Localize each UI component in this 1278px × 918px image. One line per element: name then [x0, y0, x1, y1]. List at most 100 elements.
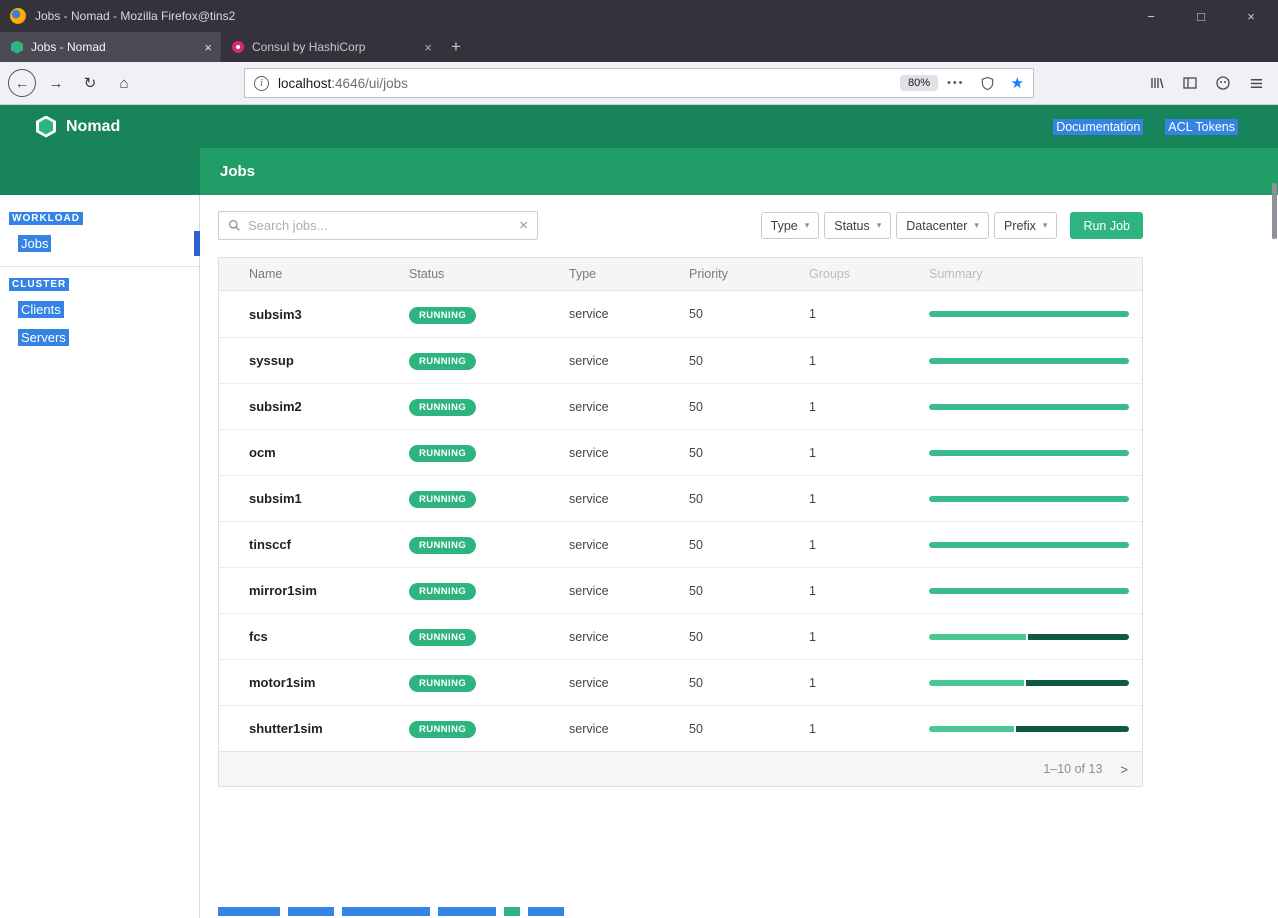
maximize-button[interactable]: □ — [1194, 9, 1208, 24]
acl-tokens-link[interactable]: ACL Tokens — [1165, 119, 1238, 135]
bookmark-star-icon[interactable]: ★ — [1011, 76, 1024, 91]
job-name[interactable]: mirror1sim — [249, 583, 409, 598]
back-button[interactable]: ← — [8, 69, 36, 97]
clipped-fragment — [288, 907, 334, 916]
vertical-scrollbar-thumb[interactable] — [1272, 183, 1277, 239]
job-summary-bar — [929, 404, 1129, 410]
table-row[interactable]: motor1sim RUNNING service 50 1 — [219, 659, 1142, 705]
job-name[interactable]: ocm — [249, 445, 409, 460]
job-priority: 50 — [689, 400, 809, 414]
jobs-table-body: subsim3 RUNNING service 50 1 syssup RUNN… — [219, 291, 1142, 751]
filter-datacenter[interactable]: Datacenter ▾ — [896, 212, 989, 239]
table-row[interactable]: subsim2 RUNNING service 50 1 — [219, 383, 1142, 429]
pagination-range: 1–10 of 13 — [1043, 762, 1102, 776]
forward-button[interactable]: → — [42, 69, 70, 97]
sidebar-section-workload: WORKLOAD — [9, 213, 199, 224]
job-name[interactable]: fcs — [249, 629, 409, 644]
column-header-groups: Groups — [809, 267, 929, 281]
filter-type[interactable]: Type ▾ — [761, 212, 820, 239]
job-name[interactable]: subsim1 — [249, 491, 409, 506]
job-groups: 1 — [809, 354, 929, 368]
sidebar-item-servers[interactable]: Servers — [0, 325, 199, 350]
run-job-button[interactable]: Run Job — [1070, 212, 1143, 239]
nomad-favicon-icon — [11, 41, 23, 54]
summary-segment — [929, 542, 1129, 548]
table-row[interactable]: subsim3 RUNNING service 50 1 — [219, 291, 1142, 337]
filter-status[interactable]: Status ▾ — [824, 212, 891, 239]
summary-segment — [929, 634, 1026, 640]
sidebar-item-label: Servers — [18, 329, 69, 346]
job-type: service — [569, 354, 689, 368]
sidebar-divider — [0, 266, 199, 267]
job-priority: 50 — [689, 538, 809, 552]
job-name[interactable]: tinsccf — [249, 537, 409, 552]
minimize-button[interactable]: − — [1144, 9, 1158, 24]
column-header-priority[interactable]: Priority — [689, 267, 809, 281]
url-text[interactable]: localhost:4646/ui/jobs — [278, 76, 408, 91]
job-name[interactable]: syssup — [249, 353, 409, 368]
url-bar[interactable]: i localhost:4646/ui/jobs 80% ••• ★ — [244, 68, 1034, 98]
job-name[interactable]: motor1sim — [249, 675, 409, 690]
chevron-down-icon: ▾ — [1043, 220, 1048, 231]
search-box[interactable]: × — [218, 211, 538, 240]
search-icon — [228, 219, 241, 232]
table-footer: 1–10 of 13 > — [219, 751, 1142, 786]
home-button[interactable]: ⌂ — [110, 69, 138, 97]
documentation-link[interactable]: Documentation — [1053, 119, 1143, 135]
browser-window: Jobs - Nomad - Mozilla Firefox@tins2 − □… — [0, 0, 1278, 918]
job-name[interactable]: shutter1sim — [249, 721, 409, 736]
job-type: service — [569, 676, 689, 690]
tab-close-icon[interactable]: × — [204, 40, 212, 55]
clipped-fragment — [528, 907, 564, 916]
job-summary-bar — [929, 726, 1129, 732]
job-name[interactable]: subsim2 — [249, 399, 409, 414]
close-button[interactable]: × — [1244, 9, 1258, 24]
table-row[interactable]: subsim1 RUNNING service 50 1 — [219, 475, 1142, 521]
table-row[interactable]: syssup RUNNING service 50 1 — [219, 337, 1142, 383]
summary-segment — [1016, 726, 1129, 732]
job-groups: 1 — [809, 307, 929, 321]
bookmark-shield-icon[interactable] — [974, 69, 1002, 97]
main-content: × Type ▾ Status ▾ Datacenter ▾ — [200, 195, 1278, 918]
tab-close-icon[interactable]: × — [424, 40, 432, 55]
controls-row: × Type ▾ Status ▾ Datacenter ▾ — [218, 211, 1143, 240]
sidebar-item-jobs[interactable]: Jobs — [0, 231, 199, 256]
job-summary-bar — [929, 358, 1129, 364]
table-row[interactable]: mirror1sim RUNNING service 50 1 — [219, 567, 1142, 613]
table-row[interactable]: ocm RUNNING service 50 1 — [219, 429, 1142, 475]
hamburger-menu-icon[interactable] — [1242, 69, 1270, 97]
reload-button[interactable]: ↻ — [76, 69, 104, 97]
search-input[interactable] — [248, 218, 512, 233]
table-row[interactable]: fcs RUNNING service 50 1 — [219, 613, 1142, 659]
toolbar-right-icons — [1143, 69, 1270, 97]
addon-icon[interactable] — [1209, 69, 1237, 97]
job-summary-bar — [929, 634, 1129, 640]
tab-consul[interactable]: Consul by HashiCorp × — [220, 32, 440, 62]
job-status-badge: RUNNING — [409, 353, 476, 370]
zoom-level-badge[interactable]: 80% — [900, 75, 938, 91]
page-actions-icon[interactable]: ••• — [947, 77, 965, 89]
tab-jobs-nomad[interactable]: Jobs - Nomad × — [0, 32, 220, 62]
job-status-badge: RUNNING — [409, 675, 476, 692]
next-page-button[interactable]: > — [1120, 762, 1128, 777]
search-clear-icon[interactable]: × — [519, 218, 528, 233]
table-row[interactable]: tinsccf RUNNING service 50 1 — [219, 521, 1142, 567]
filter-prefix[interactable]: Prefix ▾ — [994, 212, 1057, 239]
job-summary-bar — [929, 680, 1129, 686]
new-tab-button[interactable]: + — [440, 32, 472, 62]
column-header-name[interactable]: Name — [249, 267, 409, 281]
page-info-icon[interactable]: i — [254, 76, 269, 91]
sidebar-item-clients[interactable]: Clients — [0, 297, 199, 322]
sidebar-item-label: Jobs — [18, 235, 51, 252]
job-summary-bar — [929, 311, 1129, 317]
library-icon[interactable] — [1143, 69, 1171, 97]
window-titlebar: Jobs - Nomad - Mozilla Firefox@tins2 − □… — [0, 0, 1278, 32]
table-row[interactable]: shutter1sim RUNNING service 50 1 — [219, 705, 1142, 751]
job-name[interactable]: subsim3 — [249, 307, 409, 322]
sidebars-icon[interactable] — [1176, 69, 1204, 97]
column-header-type[interactable]: Type — [569, 267, 689, 281]
page-title: Jobs — [220, 163, 255, 180]
job-type: service — [569, 307, 689, 321]
clipped-fragment — [218, 907, 280, 916]
column-header-status[interactable]: Status — [409, 267, 569, 281]
